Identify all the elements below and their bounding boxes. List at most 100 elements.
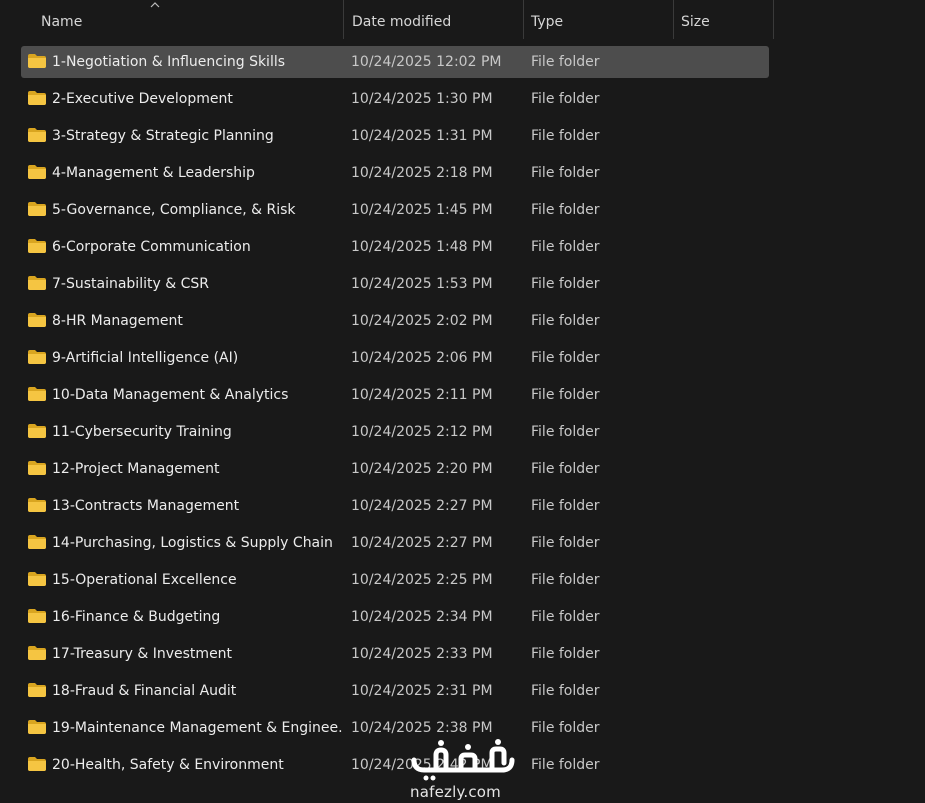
folder-name: 15-Operational Excellence bbox=[52, 572, 237, 588]
folder-name: 2-Executive Development bbox=[52, 91, 233, 107]
folder-icon bbox=[27, 682, 47, 698]
folder-icon bbox=[27, 645, 47, 661]
column-header-date-modified[interactable]: Date modified bbox=[344, 0, 524, 39]
folder-date-modified: 10/24/2025 2:34 PM bbox=[351, 609, 493, 625]
column-header-type[interactable]: Type bbox=[524, 0, 674, 39]
folder-type: File folder bbox=[531, 424, 600, 440]
folder-row[interactable]: 9-Artificial Intelligence (AI) 10/24/2025… bbox=[0, 340, 925, 377]
folder-date-modified: 10/24/2025 2:02 PM bbox=[351, 313, 493, 329]
folder-name: 17-Treasury & Investment bbox=[52, 646, 233, 662]
folder-date-modified: 10/24/2025 1:48 PM bbox=[351, 239, 493, 255]
folder-type: File folder bbox=[531, 54, 600, 70]
folder-size bbox=[681, 192, 771, 229]
folder-size bbox=[681, 525, 771, 562]
folder-row[interactable]: 18-Fraud & Financial Audit 10/24/2025 2:3… bbox=[0, 673, 925, 710]
folder-icon bbox=[27, 201, 47, 217]
folder-row[interactable]: 16-Finance & Budgeting 10/24/2025 2:34 PM… bbox=[0, 599, 925, 636]
folder-icon bbox=[27, 608, 47, 624]
folder-date-modified: 10/24/2025 2:27 PM bbox=[351, 535, 493, 551]
column-header-size[interactable]: Size bbox=[674, 0, 774, 39]
folder-date-modified: 10/24/2025 2:42 PM bbox=[351, 757, 493, 773]
folder-date-modified: 10/24/2025 2:33 PM bbox=[351, 646, 493, 662]
folder-icon bbox=[27, 53, 47, 69]
folder-icon bbox=[27, 571, 47, 587]
folder-row[interactable]: 6-Corporate Communication 10/24/2025 1:48… bbox=[0, 229, 925, 266]
folder-icon bbox=[27, 719, 47, 735]
folder-type: File folder bbox=[531, 646, 600, 662]
folder-size bbox=[681, 673, 771, 710]
folder-size bbox=[681, 599, 771, 636]
folder-name: 8-HR Management bbox=[52, 313, 183, 329]
folder-row[interactable]: 5-Governance, Compliance, & Risk 10/24/20… bbox=[0, 192, 925, 229]
folder-size bbox=[681, 81, 771, 118]
folder-row[interactable]: 17-Treasury & Investment 10/24/2025 2:33 … bbox=[0, 636, 925, 673]
folder-icon bbox=[27, 386, 47, 402]
folder-date-modified: 10/24/2025 2:18 PM bbox=[351, 165, 493, 181]
file-list: 1-Negotiation & Influencing Skills 10/24/… bbox=[0, 44, 925, 784]
folder-row[interactable]: 12-Project Management 10/24/2025 2:20 PM F… bbox=[0, 451, 925, 488]
folder-name: 12-Project Management bbox=[52, 461, 220, 477]
folder-name: 9-Artificial Intelligence (AI) bbox=[52, 350, 239, 366]
folder-date-modified: 10/24/2025 2:20 PM bbox=[351, 461, 493, 477]
folder-row[interactable]: 10-Data Management & Analytics 10/24/2025… bbox=[0, 377, 925, 414]
folder-size bbox=[681, 451, 771, 488]
folder-date-modified: 10/24/2025 2:27 PM bbox=[351, 498, 493, 514]
folder-date-modified: 10/24/2025 12:02 PM bbox=[351, 54, 502, 70]
folder-row[interactable]: 11-Cybersecurity Training 10/24/2025 2:12… bbox=[0, 414, 925, 451]
folder-icon bbox=[27, 312, 47, 328]
folder-type: File folder bbox=[531, 757, 600, 773]
folder-icon bbox=[27, 423, 47, 439]
column-header-name[interactable]: Name bbox=[33, 0, 344, 39]
folder-type: File folder bbox=[531, 720, 600, 736]
folder-size bbox=[681, 488, 771, 525]
file-explorer-details-view: Name Date modified Type Size 1-Negotiati… bbox=[0, 0, 925, 803]
folder-icon bbox=[27, 90, 47, 106]
folder-date-modified: 10/24/2025 2:12 PM bbox=[351, 424, 493, 440]
folder-row[interactable]: 19-Maintenance Management & Enginee... 10… bbox=[0, 710, 925, 747]
folder-type: File folder bbox=[531, 276, 600, 292]
folder-date-modified: 10/24/2025 2:11 PM bbox=[351, 387, 493, 403]
folder-icon bbox=[27, 238, 47, 254]
folder-row[interactable]: 7-Sustainability & CSR 10/24/2025 1:53 PM… bbox=[0, 266, 925, 303]
folder-type: File folder bbox=[531, 165, 600, 181]
folder-name: 4-Management & Leadership bbox=[52, 165, 255, 181]
folder-type: File folder bbox=[531, 461, 600, 477]
folder-date-modified: 10/24/2025 1:31 PM bbox=[351, 128, 493, 144]
folder-row[interactable]: 8-HR Management 10/24/2025 2:02 PM File fo… bbox=[0, 303, 925, 340]
folder-row[interactable]: 14-Purchasing, Logistics & Supply Chain 1… bbox=[0, 525, 925, 562]
folder-date-modified: 10/24/2025 2:06 PM bbox=[351, 350, 493, 366]
folder-type: File folder bbox=[531, 572, 600, 588]
folder-name: 13-Contracts Management bbox=[52, 498, 240, 514]
folder-row[interactable]: 15-Operational Excellence 10/24/2025 2:25… bbox=[0, 562, 925, 599]
folder-size bbox=[681, 340, 771, 377]
folder-name: 11-Cybersecurity Training bbox=[52, 424, 232, 440]
folder-name: 6-Corporate Communication bbox=[52, 239, 251, 255]
folder-size bbox=[681, 562, 771, 599]
folder-type: File folder bbox=[531, 313, 600, 329]
folder-size bbox=[681, 266, 771, 303]
folder-row[interactable]: 13-Contracts Management 10/24/2025 2:27 P… bbox=[0, 488, 925, 525]
folder-icon bbox=[27, 164, 47, 180]
folder-size bbox=[681, 747, 771, 784]
folder-row[interactable]: 2-Executive Development 10/24/2025 1:30 P… bbox=[0, 81, 925, 118]
folder-name: 3-Strategy & Strategic Planning bbox=[52, 128, 274, 144]
watermark-text: nafezly.com bbox=[410, 783, 501, 801]
folder-icon bbox=[27, 349, 47, 365]
folder-name: 19-Maintenance Management & Enginee... bbox=[52, 720, 342, 736]
folder-size bbox=[681, 636, 771, 673]
folder-type: File folder bbox=[531, 239, 600, 255]
folder-name: 5-Governance, Compliance, & Risk bbox=[52, 202, 296, 218]
column-header-bar: Name Date modified Type Size bbox=[0, 0, 775, 39]
folder-name: 18-Fraud & Financial Audit bbox=[52, 683, 237, 699]
folder-row[interactable]: 1-Negotiation & Influencing Skills 10/24/… bbox=[0, 44, 925, 81]
folder-name: 1-Negotiation & Influencing Skills bbox=[52, 54, 286, 70]
folder-row[interactable]: 3-Strategy & Strategic Planning 10/24/202… bbox=[0, 118, 925, 155]
folder-date-modified: 10/24/2025 1:45 PM bbox=[351, 202, 493, 218]
folder-row[interactable]: 4-Management & Leadership 10/24/2025 2:18… bbox=[0, 155, 925, 192]
folder-type: File folder bbox=[531, 609, 600, 625]
folder-row[interactable]: 20-Health, Safety & Environment 10/24/202… bbox=[0, 747, 925, 784]
folder-date-modified: 10/24/2025 1:30 PM bbox=[351, 91, 493, 107]
folder-size bbox=[681, 229, 771, 266]
folder-date-modified: 10/24/2025 1:53 PM bbox=[351, 276, 493, 292]
folder-icon bbox=[27, 534, 47, 550]
